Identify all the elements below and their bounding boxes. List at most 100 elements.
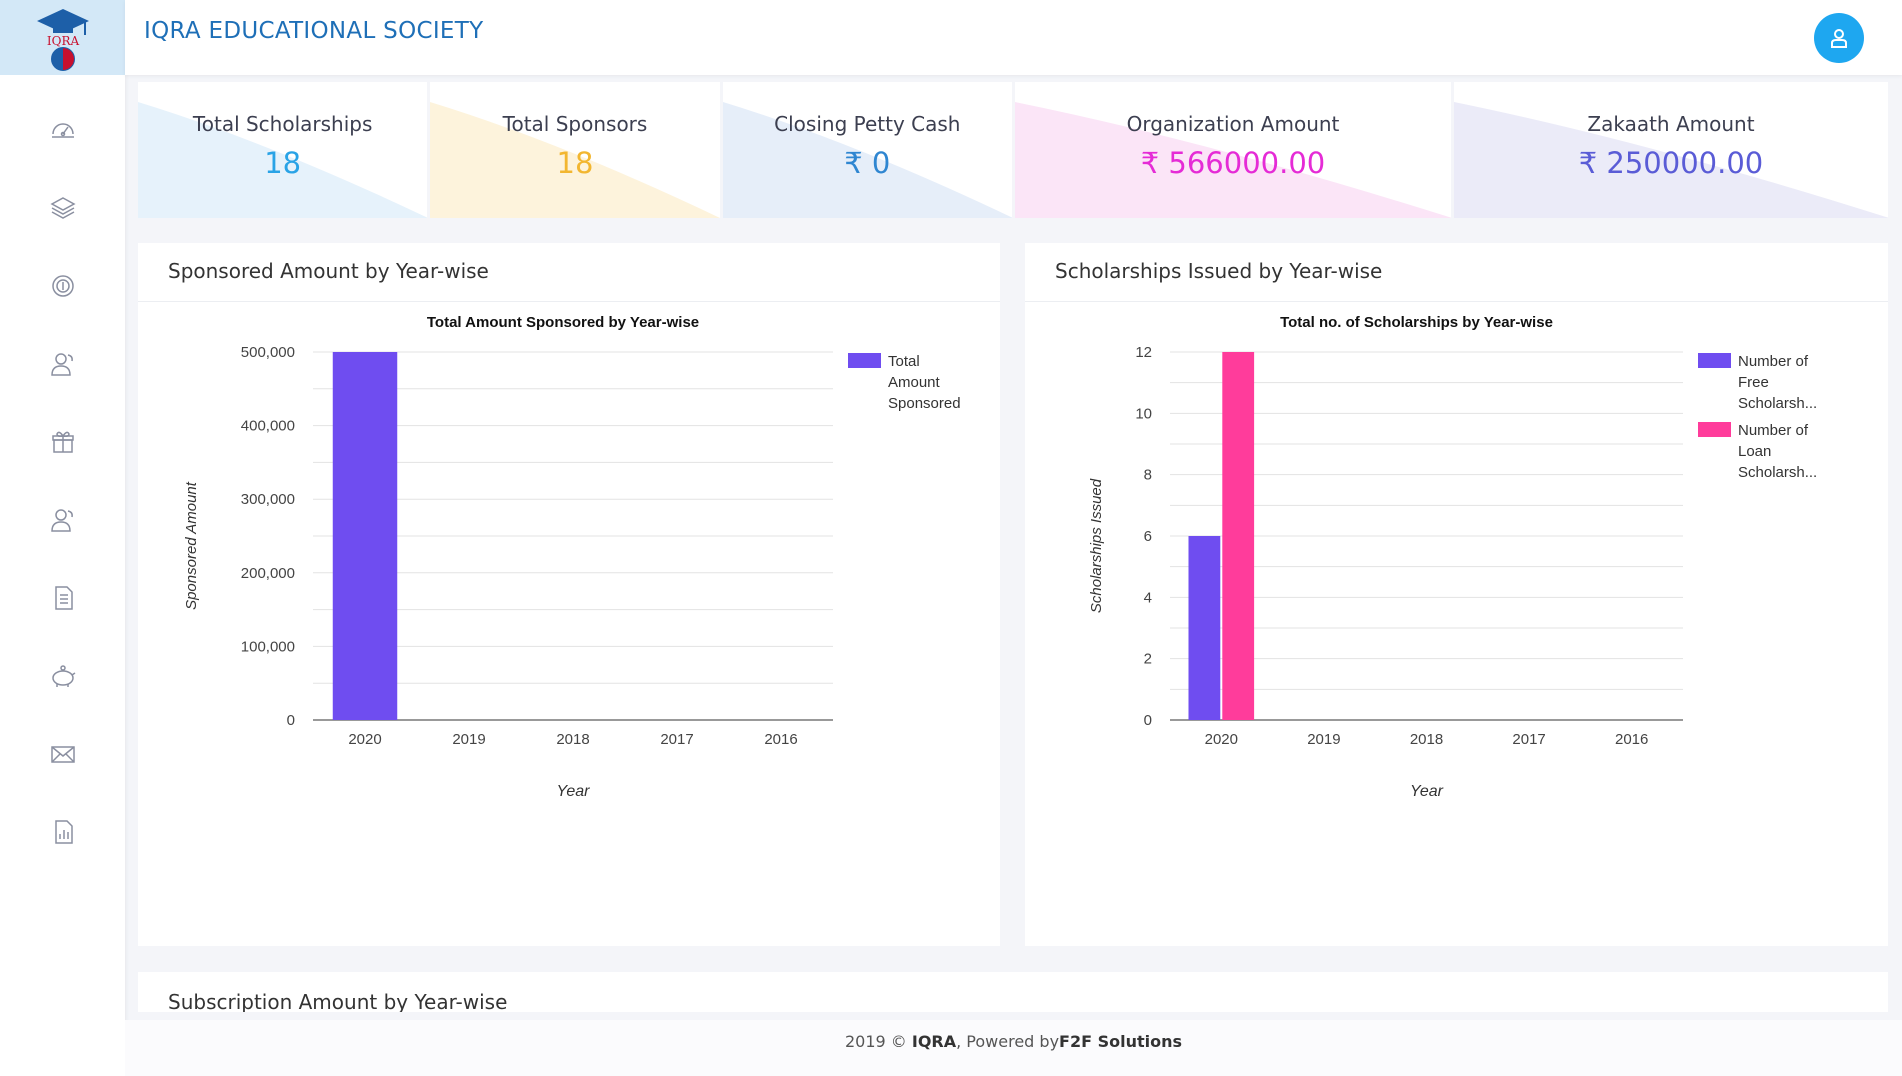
footer-year: 2019 © (844, 1032, 907, 1051)
sidebar: IQRA (0, 0, 125, 1076)
stat-label: Total Scholarships (192, 112, 373, 136)
scholarships-issued-chart: Total no. of Scholarships by Year-wise 0 2… (1088, 314, 1817, 800)
page-title: IQRA EDUCATIONAL SOCIETY (144, 18, 484, 44)
subscription-amount-panel: Subscription Amount by Year-wise (138, 972, 1888, 1012)
bar-2020-series-1 (1188, 536, 1221, 720)
stat-label: Total Sponsors (502, 112, 648, 136)
x-tick-label: 2018 (556, 731, 589, 748)
stat-card-4[interactable]: Organization Amount ₹ 566000.00 (1014, 82, 1451, 218)
y-axis-label: Scholarships Issued (1088, 478, 1105, 613)
stat-card-5[interactable]: Zakaath Amount ₹ 250000.00 (1453, 82, 1888, 218)
legend-label: Loan (1738, 443, 1771, 460)
x-tick-label: 2016 (1615, 731, 1648, 748)
x-axis-label: Year (557, 783, 591, 800)
dashboard-icon (51, 123, 74, 138)
panel-title: Scholarships Issued by Year-wise (1055, 259, 1383, 283)
users-icon (50, 353, 73, 376)
user-avatar-button[interactable] (1814, 13, 1864, 63)
stat-value: ₹ 250000.00 (1578, 146, 1764, 180)
stat-label: Closing Petty Cash (774, 112, 961, 136)
legend-label: Scholarsh... (1738, 464, 1817, 481)
top-header: IQRA EDUCATIONAL SOCIETY (125, 0, 1902, 75)
logo[interactable]: IQRA (0, 0, 125, 75)
y-tick-label: 300,000 (241, 491, 295, 508)
sidebar-item-3[interactable] (0, 247, 125, 325)
chart-title: Total no. of Scholarships by Year-wise (1280, 314, 1553, 331)
stat-card-2[interactable]: Total Sponsors 18 (430, 82, 720, 218)
y-axis-label: Sponsored Amount (183, 481, 200, 610)
legend-label: Amount (888, 374, 941, 391)
sidebar-item-5[interactable] (0, 403, 125, 481)
sidebar-item-10[interactable] (0, 793, 125, 871)
piggy-bank-icon (51, 665, 75, 687)
stat-card-1[interactable]: Total Scholarships 18 (138, 82, 428, 218)
sidebar-item-1[interactable] (0, 91, 125, 169)
user-icon (1831, 29, 1847, 48)
y-tick-label: 10 (1135, 405, 1152, 422)
x-tick-label: 2019 (452, 731, 485, 748)
sidebar-item-6[interactable] (0, 481, 125, 559)
iqra-logo-icon: IQRA (36, 8, 89, 71)
users-icon (50, 509, 73, 532)
legend-swatch (848, 353, 881, 368)
x-tick-label: 2020 (1205, 731, 1238, 748)
y-tick-label: 200,000 (241, 565, 295, 582)
stat-value: 18 (556, 146, 594, 180)
stat-value: 18 (264, 146, 302, 180)
money-icon (51, 275, 74, 297)
stat-label: Organization Amount (1126, 112, 1340, 136)
x-tick-label: 2020 (348, 731, 381, 748)
y-tick-label: 8 (1144, 467, 1152, 484)
legend-label: Scholarsh... (1738, 395, 1817, 412)
x-tick-label: 2017 (1512, 731, 1545, 748)
y-tick-label: 100,000 (241, 638, 295, 655)
divider (1025, 301, 1888, 302)
panel-title: Sponsored Amount by Year-wise (168, 259, 489, 283)
panel-title: Subscription Amount by Year-wise (168, 990, 508, 1012)
y-tick-label: 400,000 (241, 418, 295, 435)
sidebar-item-8[interactable] (0, 637, 125, 715)
sponsored-amount-chart: Total Amount Sponsored by Year-wise 0 100,… (183, 314, 961, 800)
legend-label: Number of (1738, 353, 1809, 370)
y-tick-label: 500,000 (241, 344, 295, 361)
sidebar-item-9[interactable] (0, 715, 125, 793)
y-tick-label: 2 (1144, 651, 1152, 668)
sidebar-item-7[interactable] (0, 559, 125, 637)
x-tick-label: 2017 (660, 731, 693, 748)
stats-row: Total Scholarships 18 Total Sponsors 18 Clos… (138, 82, 1888, 218)
divider (138, 301, 1000, 302)
document-icon (54, 586, 73, 610)
y-tick-label: 0 (287, 712, 295, 729)
sidebar-item-4[interactable] (0, 325, 125, 403)
y-tick-label: 0 (1144, 712, 1152, 729)
logo-text: IQRA (46, 34, 79, 48)
sponsored-amount-panel: Sponsored Amount by Year-wise Total Amou… (138, 243, 1000, 946)
x-tick-label: 2019 (1307, 731, 1340, 748)
report-icon (54, 820, 73, 844)
chart-title: Total Amount Sponsored by Year-wise (427, 314, 699, 331)
legend-label: Sponsored (888, 395, 961, 412)
sidebar-nav (0, 75, 125, 871)
sidebar-item-2[interactable] (0, 169, 125, 247)
stat-label: Zakaath Amount (1587, 112, 1755, 136)
footer-powered: , Powered by (956, 1032, 1060, 1051)
stat-value: ₹ 0 (844, 146, 891, 180)
legend-label: Number of (1738, 422, 1809, 439)
footer: 2019 © IQRA, Powered byF2F Solutions (125, 1020, 1902, 1076)
bar-2020-series-2 (1222, 352, 1255, 720)
legend-swatch (1698, 353, 1731, 368)
bar-2020-series-1 (332, 352, 398, 720)
footer-company-link[interactable]: F2F Solutions (1059, 1032, 1182, 1051)
x-axis-label: Year (1410, 783, 1444, 800)
stat-value: ₹ 566000.00 (1140, 146, 1326, 180)
gift-icon (51, 431, 74, 453)
stat-card-3[interactable]: Closing Petty Cash ₹ 0 (722, 82, 1012, 218)
layers-icon (49, 197, 76, 219)
legend-label: Total (888, 353, 920, 370)
scholarships-issued-panel: Scholarships Issued by Year-wise Total n… (1025, 243, 1888, 946)
x-tick-label: 2018 (1410, 731, 1443, 748)
y-tick-label: 6 (1144, 528, 1152, 545)
legend-swatch (1698, 422, 1731, 437)
mail-icon (50, 746, 75, 763)
y-tick-label: 12 (1135, 344, 1152, 361)
